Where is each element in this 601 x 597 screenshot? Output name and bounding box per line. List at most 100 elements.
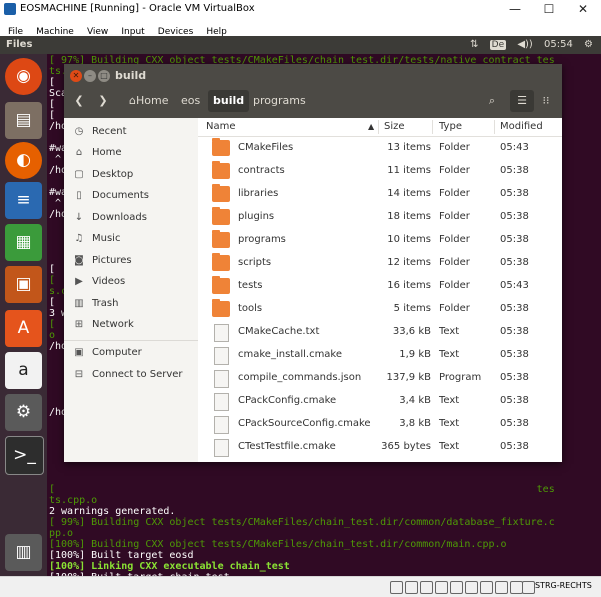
writer-icon[interactable]: ≡ [5, 182, 42, 219]
file-list-header: Name ▲ Size Type Modified [198, 118, 562, 137]
file-modified: 05:38 [500, 372, 529, 383]
file-row[interactable]: tests 16 items Folder 05:43 [198, 275, 562, 298]
file-row[interactable]: compile_commands.json 137,9 kB Program 05:3… [198, 367, 562, 390]
hard-disk-icon[interactable] [390, 581, 403, 594]
files-headerbar: ✕ – □ build ❮ ❯ ⌂Home eos build programs… [64, 64, 562, 118]
sidebar-item-recent[interactable]: ◷ Recent [72, 126, 127, 137]
sidebar-item-pictures[interactable]: ◙ Pictures [72, 255, 131, 266]
clock[interactable]: 05:54 [544, 39, 573, 50]
folder-icon [212, 207, 230, 225]
forward-button[interactable]: ❯ [92, 90, 114, 112]
sidebar-item-documents[interactable]: ▯ Documents [72, 190, 149, 201]
file-row[interactable]: tools 5 items Folder 05:38 [198, 298, 562, 321]
mouse-integration-icon[interactable] [522, 581, 535, 594]
keyboard-layout[interactable]: De [489, 40, 507, 50]
sidebar-item-network[interactable]: ⊞ Network [72, 319, 134, 330]
column-type[interactable]: Type [439, 121, 462, 132]
file-row[interactable]: contracts 11 items Folder 05:38 [198, 160, 562, 183]
sidebar-item-downloads[interactable]: ↓ Downloads [72, 212, 147, 223]
system-settings-icon[interactable]: ⚙ [5, 394, 42, 431]
column-modified[interactable]: Modified [500, 121, 543, 132]
file-size: 5 items [393, 303, 431, 314]
file-name: tests [238, 280, 263, 291]
files-app-icon[interactable]: ▤ [5, 102, 42, 139]
column-name[interactable]: Name [206, 121, 236, 132]
view-options-icon[interactable]: ⁝⁝ [534, 90, 558, 112]
video-icon: ▶ [75, 276, 83, 287]
terminal-line: pp.o [49, 528, 74, 539]
virtualbox-icon [4, 3, 16, 15]
sidebar-item-videos[interactable]: ▶ Videos [72, 276, 125, 287]
trash-icon[interactable]: ▥ [5, 534, 42, 571]
network-icon[interactable]: ⇅ [470, 39, 478, 50]
maximize-button[interactable]: ☐ [532, 0, 566, 19]
files-minimize-button[interactable]: – [84, 70, 96, 82]
folder-icon [212, 276, 230, 294]
minimize-button[interactable]: — [498, 0, 532, 19]
path-segment-build[interactable]: build [208, 90, 250, 112]
sidebar-item-home[interactable]: ⌂ Home [72, 147, 122, 158]
search-icon[interactable]: ⌕ [480, 90, 504, 112]
file-modified: 05:43 [500, 142, 529, 153]
file-modified: 05:38 [500, 303, 529, 314]
volume-icon[interactable]: ◀)) [517, 39, 533, 50]
file-name: cmake_install.cmake [238, 349, 343, 360]
file-modified: 05:38 [500, 234, 529, 245]
sort-ascending-icon[interactable]: ▲ [368, 122, 374, 131]
path-segment-eos[interactable]: eos [176, 90, 205, 112]
file-row[interactable]: CTestTestfile.cmake 365 bytes Text 05:38 [198, 436, 562, 459]
column-divider [378, 120, 379, 134]
column-size[interactable]: Size [384, 121, 405, 132]
file-row[interactable]: CMakeFiles 13 items Folder 05:43 [198, 137, 562, 160]
file-row[interactable]: CMakeCache.txt 33,6 kB Text 05:38 [198, 321, 562, 344]
files-close-button[interactable]: ✕ [70, 70, 82, 82]
file-row[interactable]: scripts 12 items Folder 05:38 [198, 252, 562, 275]
path-home[interactable]: ⌂Home [124, 90, 173, 112]
sidebar-label: Home [92, 147, 122, 158]
audio-icon[interactable] [420, 581, 433, 594]
sidebar-label: Music [92, 233, 121, 244]
software-center-icon[interactable]: A [5, 310, 42, 347]
usb-icon[interactable] [450, 581, 463, 594]
file-row[interactable]: CPackSourceConfig.cmake 3,8 kB Text 05:38 [198, 413, 562, 436]
sidebar-item-music[interactable]: ♫ Music [72, 233, 121, 244]
sidebar-item-connect-to-server[interactable]: ⊟ Connect to Server [72, 369, 183, 380]
dash-home-icon[interactable]: ◉ [5, 58, 42, 95]
window-title: EOSMACHINE [Running] - Oracle VM Virtual… [20, 3, 255, 14]
file-row[interactable]: cmake_install.cmake 1,9 kB Text 05:38 [198, 344, 562, 367]
sidebar-item-trash[interactable]: ▥ Trash [72, 298, 118, 309]
impress-icon[interactable]: ▣ [5, 266, 42, 303]
terminal-icon[interactable]: >_ [5, 436, 44, 475]
list-view-icon[interactable]: ☰ [510, 90, 534, 112]
close-button[interactable]: ✕ [566, 0, 600, 19]
column-divider [494, 120, 495, 134]
folder-icon [212, 299, 230, 317]
system-tray: ⇅ De ◀)) 05:54 ⚙ [462, 39, 593, 50]
file-row[interactable]: CPackConfig.cmake 3,4 kB Text 05:38 [198, 390, 562, 413]
text-file-icon [214, 439, 229, 457]
file-name: CPackConfig.cmake [238, 395, 337, 406]
power-icon[interactable]: ⚙ [584, 39, 593, 50]
shared-folder-icon[interactable] [465, 581, 478, 594]
active-app-name[interactable]: Files [6, 39, 32, 50]
sidebar-item-desktop[interactable]: ▢ Desktop [72, 169, 133, 180]
amazon-icon[interactable]: a [5, 352, 42, 389]
calc-icon[interactable]: ▦ [5, 224, 42, 261]
file-row[interactable]: plugins 18 items Folder 05:38 [198, 206, 562, 229]
display-icon[interactable] [480, 581, 493, 594]
video-capture-icon[interactable] [495, 581, 508, 594]
network-adapter-icon[interactable] [435, 581, 448, 594]
firefox-icon[interactable]: ◐ [5, 142, 42, 179]
optical-drive-icon[interactable] [405, 581, 418, 594]
file-row[interactable]: programs 10 items Folder 05:38 [198, 229, 562, 252]
file-row[interactable]: libraries 14 items Folder 05:38 [198, 183, 562, 206]
file-list: Name ▲ Size Type Modified CMakeFiles 13 i… [198, 118, 562, 462]
file-name: programs [238, 234, 286, 245]
file-type: Folder [439, 234, 470, 245]
files-maximize-button[interactable]: □ [98, 70, 110, 82]
back-button[interactable]: ❮ [68, 90, 90, 112]
path-segment-programs[interactable]: programs [248, 90, 311, 112]
sidebar-label: Connect to Server [92, 369, 183, 380]
sidebar-item-computer[interactable]: ▣ Computer [72, 347, 141, 358]
home-icon: ⌂ [75, 147, 83, 158]
